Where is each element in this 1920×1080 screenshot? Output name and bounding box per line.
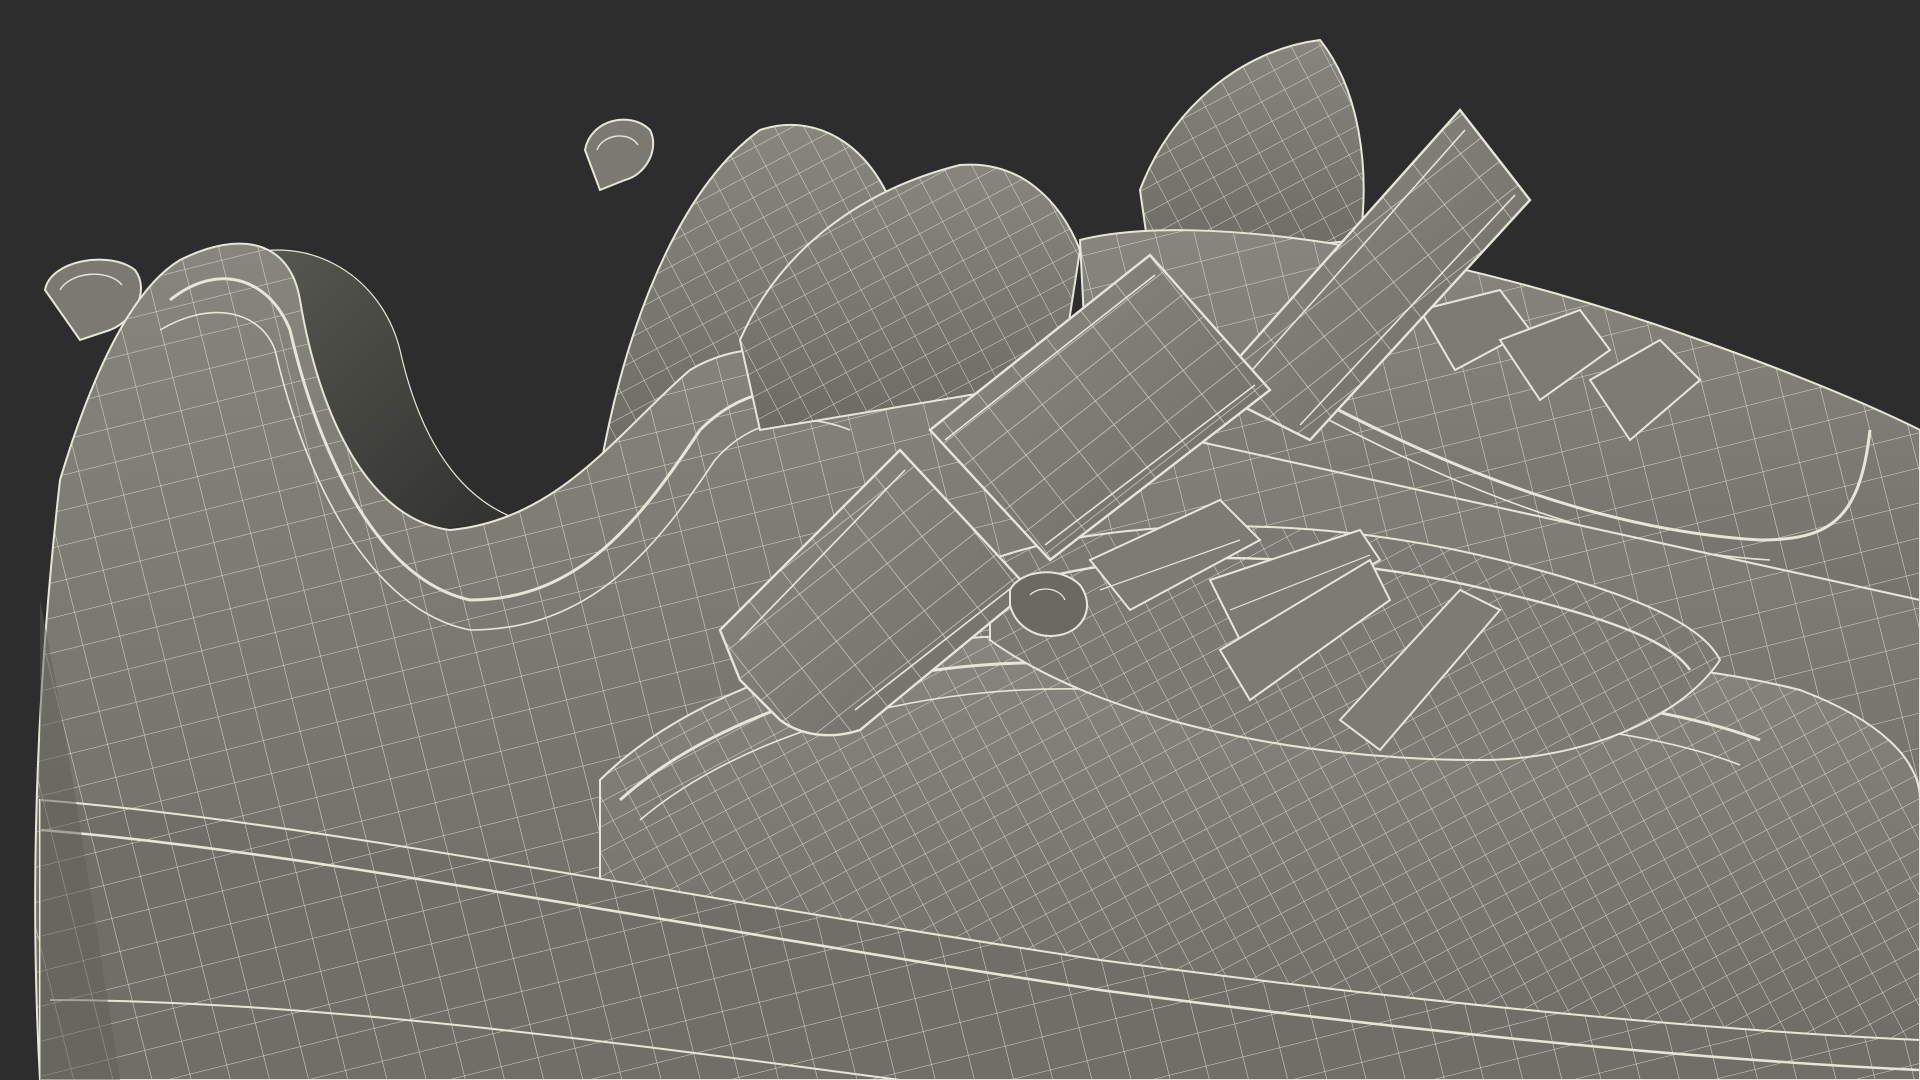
heel-pull-tab-right	[583, 118, 655, 192]
wireframe-scene	[34, 38, 1920, 1080]
render-viewport	[0, 0, 1920, 1080]
